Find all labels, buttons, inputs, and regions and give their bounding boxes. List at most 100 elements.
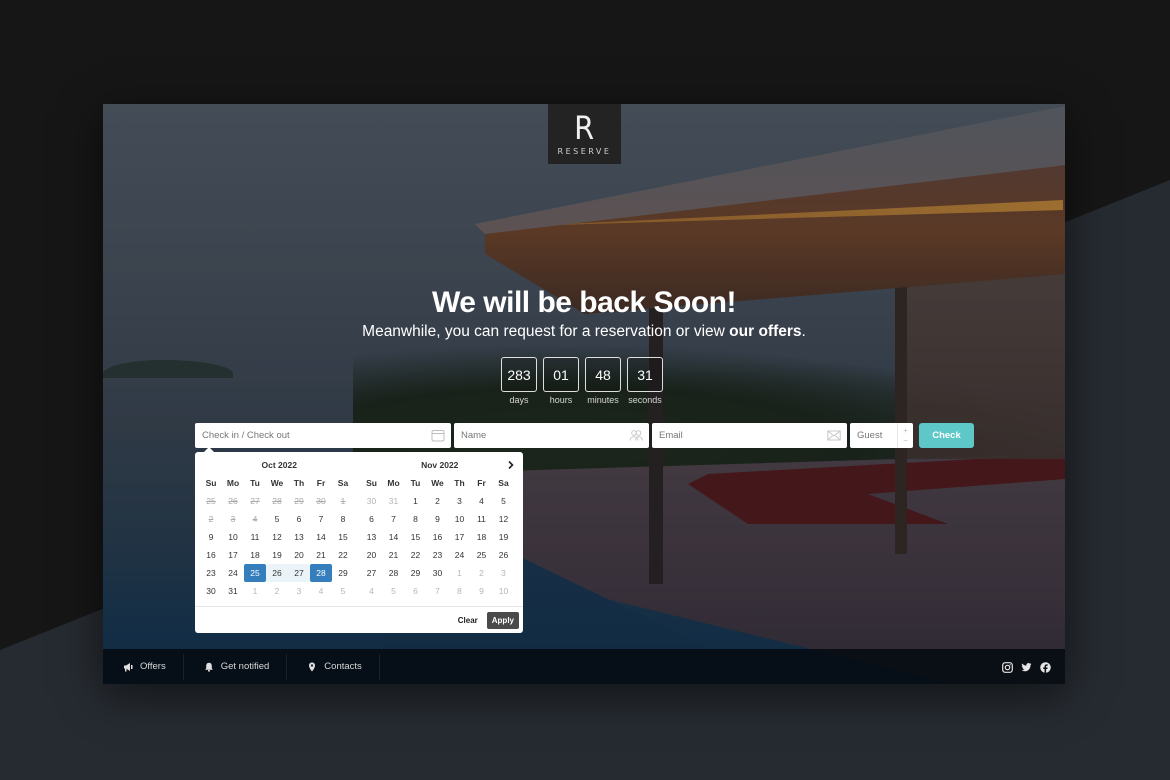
calendar-day[interactable]: 6 (288, 510, 310, 528)
calendar-day[interactable]: 17 (222, 546, 244, 564)
calendar-day-in-range[interactable]: 27 (288, 564, 310, 582)
clear-button[interactable]: Clear (458, 616, 478, 625)
calendar-day[interactable]: 10 (449, 510, 471, 528)
footer-link-label: Contacts (324, 661, 362, 672)
calendar-day[interactable]: 17 (449, 528, 471, 546)
calendar-day[interactable]: 8 (332, 510, 354, 528)
calendar-day[interactable]: 3 (449, 492, 471, 510)
calendar-day[interactable]: 1 (244, 582, 266, 600)
calendar-day[interactable]: 1 (449, 564, 471, 582)
calendar-day[interactable]: 12 (493, 510, 515, 528)
guest-decrement-button[interactable]: − (903, 436, 908, 446)
calendar-day[interactable]: 1 (405, 492, 427, 510)
calendar-day[interactable]: 10 (222, 528, 244, 546)
calendar-day[interactable]: 8 (405, 510, 427, 528)
calendar-day[interactable]: 30 (361, 492, 383, 510)
calendar-day[interactable]: 9 (427, 510, 449, 528)
calendar-day[interactable]: 9 (200, 528, 222, 546)
calendar-day[interactable]: 26 (493, 546, 515, 564)
calendar-day[interactable]: 6 (405, 582, 427, 600)
calendar-day[interactable]: 8 (449, 582, 471, 600)
calendar-day[interactable]: 19 (266, 546, 288, 564)
instagram-icon[interactable] (1002, 662, 1013, 673)
twitter-icon[interactable] (1021, 662, 1032, 673)
calendar-day[interactable]: 10 (493, 582, 515, 600)
calendar-day[interactable]: 21 (310, 546, 332, 564)
guest-input[interactable] (857, 430, 897, 441)
calendar-icon[interactable] (431, 429, 445, 442)
calendar-day[interactable]: 20 (361, 546, 383, 564)
calendar-day[interactable]: 19 (493, 528, 515, 546)
guest-increment-button[interactable]: + (903, 426, 908, 436)
calendar-day[interactable]: 31 (383, 492, 405, 510)
calendar-day[interactable]: 30 (427, 564, 449, 582)
calendar-day[interactable]: 23 (427, 546, 449, 564)
calendar-day[interactable]: 4 (471, 492, 493, 510)
calendar-day[interactable]: 22 (405, 546, 427, 564)
calendar-day-in-range[interactable]: 26 (266, 564, 288, 582)
calendar-day[interactable]: 7 (383, 510, 405, 528)
calendar-day[interactable]: 23 (200, 564, 222, 582)
guest-field[interactable]: + − (850, 423, 913, 448)
calendar-day[interactable]: 2 (427, 492, 449, 510)
name-input[interactable] (461, 430, 642, 441)
calendar-day[interactable]: 7 (310, 510, 332, 528)
calendar-day[interactable]: 14 (383, 528, 405, 546)
footer-link-contacts[interactable]: Contacts (287, 653, 380, 680)
calendar-day[interactable]: 11 (244, 528, 266, 546)
calendar-day[interactable]: 9 (471, 582, 493, 600)
calendar-day[interactable]: 29 (332, 564, 354, 582)
next-month-chevron-icon[interactable] (507, 458, 515, 472)
calendar-day[interactable]: 27 (361, 564, 383, 582)
calendar-day[interactable]: 6 (361, 510, 383, 528)
calendar-day[interactable]: 15 (332, 528, 354, 546)
footer-link-offers[interactable]: Offers (103, 653, 184, 680)
calendar-day[interactable]: 5 (266, 510, 288, 528)
calendar-day[interactable]: 5 (493, 492, 515, 510)
apply-button[interactable]: Apply (486, 611, 519, 629)
calendar-day-selected[interactable]: 25 (244, 564, 266, 582)
calendar-day[interactable]: 16 (427, 528, 449, 546)
offers-link[interactable]: our offers (729, 323, 801, 340)
email-field[interactable] (652, 423, 847, 448)
date-range-field[interactable] (195, 423, 451, 448)
calendar-day[interactable]: 2 (471, 564, 493, 582)
calendar-day[interactable]: 11 (471, 510, 493, 528)
calendar-day[interactable]: 13 (361, 528, 383, 546)
calendar-day[interactable]: 14 (310, 528, 332, 546)
calendar-day[interactable]: 16 (200, 546, 222, 564)
calendar-day[interactable]: 12 (266, 528, 288, 546)
calendar-day[interactable]: 24 (222, 564, 244, 582)
calendar-day[interactable]: 31 (222, 582, 244, 600)
calendar-day[interactable]: 25 (471, 546, 493, 564)
check-button[interactable]: Check (919, 423, 974, 448)
calendar-day[interactable]: 5 (332, 582, 354, 600)
calendar-day[interactable]: 15 (405, 528, 427, 546)
calendar-day[interactable]: 30 (200, 582, 222, 600)
calendar-day-selected[interactable]: 28 (310, 564, 332, 582)
calendar-day[interactable]: 18 (244, 546, 266, 564)
calendar-day[interactable]: 20 (288, 546, 310, 564)
date-range-input[interactable] (202, 430, 444, 441)
calendar-day[interactable]: 21 (383, 546, 405, 564)
calendar-day[interactable]: 4 (310, 582, 332, 600)
calendar-day[interactable]: 2 (266, 582, 288, 600)
calendar-day[interactable]: 3 (493, 564, 515, 582)
calendar-day[interactable]: 3 (288, 582, 310, 600)
name-field[interactable] (454, 423, 649, 448)
calendar-day[interactable]: 22 (332, 546, 354, 564)
email-input[interactable] (659, 430, 840, 441)
calendar-day[interactable]: 7 (427, 582, 449, 600)
calendar-day[interactable]: 28 (383, 564, 405, 582)
footer-link-get-notified[interactable]: Get notified (184, 653, 288, 680)
calendar-day[interactable]: 13 (288, 528, 310, 546)
guest-stepper[interactable]: + − (897, 423, 913, 448)
calendar-day[interactable]: 4 (361, 582, 383, 600)
brand-logo[interactable]: R RESERVE (548, 104, 621, 164)
calendar-day[interactable]: 24 (449, 546, 471, 564)
page-frame: R RESERVE We will be back Soon! Meanwhil… (103, 104, 1065, 684)
calendar-day[interactable]: 29 (405, 564, 427, 582)
calendar-day[interactable]: 18 (471, 528, 493, 546)
facebook-icon[interactable] (1040, 662, 1051, 673)
calendar-day[interactable]: 5 (383, 582, 405, 600)
